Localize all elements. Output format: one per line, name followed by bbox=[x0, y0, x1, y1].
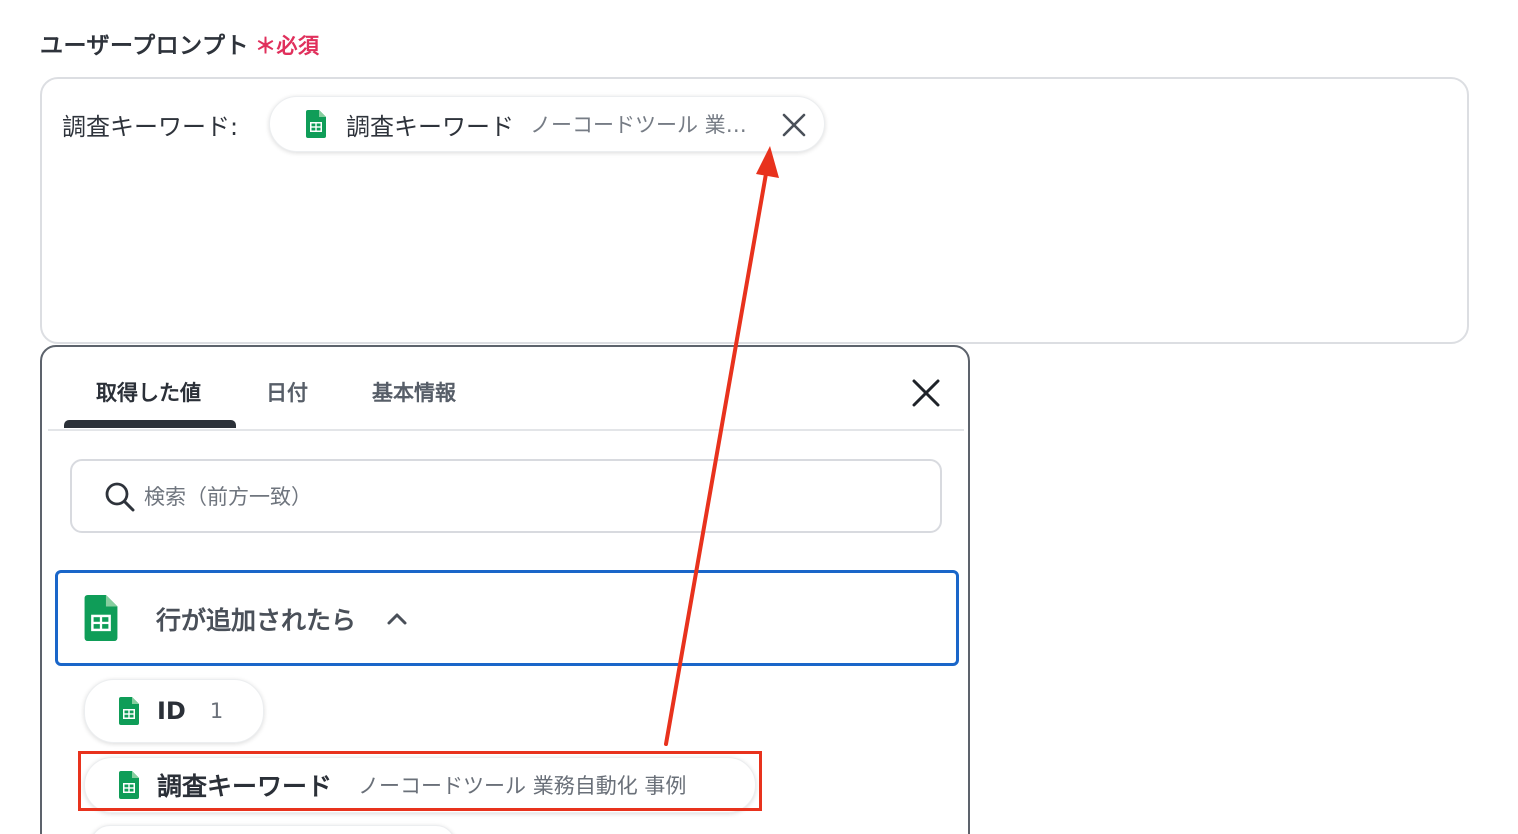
variable-item-value: 1 bbox=[209, 699, 224, 723]
field-label: ユーザープロンプト ＊必須 bbox=[40, 26, 319, 60]
trigger-group-row-added[interactable]: 行が追加されたら bbox=[55, 570, 959, 666]
group-label: 行が追加されたら bbox=[156, 606, 357, 635]
variable-picker-panel: 取得した値 日付 基本情報 行が追加されたら bbox=[40, 345, 970, 834]
search-icon bbox=[105, 482, 135, 512]
variable-item-id[interactable]: ID 1 bbox=[84, 679, 264, 743]
variable-item-keyword[interactable]: 調査キーワード ノーコードツール 業務自動化 事例 bbox=[84, 757, 756, 813]
user-prompt-editor[interactable]: 調査キーワード: 調査キーワード ノーコードツール 業務自動化 事例 bbox=[40, 77, 1469, 344]
variable-item-title: 調査キーワード bbox=[157, 772, 333, 801]
tab-basic-info[interactable]: 基本情報 bbox=[372, 377, 456, 407]
close-icon[interactable] bbox=[910, 377, 942, 409]
prompt-variable-chip[interactable]: 調査キーワード ノーコードツール 業務自動化 事例 bbox=[269, 96, 825, 152]
required-mark: ＊必須 bbox=[254, 34, 320, 58]
google-sheets-icon bbox=[119, 771, 139, 799]
remove-chip-icon[interactable] bbox=[780, 111, 808, 139]
google-sheets-icon bbox=[306, 110, 326, 138]
picker-tabs: 取得した値 日付 基本情報 bbox=[48, 347, 964, 431]
google-sheets-icon bbox=[84, 595, 118, 641]
variable-item-title: ID bbox=[157, 697, 186, 725]
tab-acquired-values[interactable]: 取得した値 bbox=[96, 377, 201, 407]
search-input[interactable] bbox=[144, 479, 904, 515]
tab-date[interactable]: 日付 bbox=[266, 377, 308, 407]
active-tab-indicator bbox=[64, 420, 236, 428]
prompt-chip-title: 調査キーワード bbox=[346, 112, 514, 141]
search-field bbox=[70, 459, 942, 533]
prompt-prefix-text: 調査キーワード: bbox=[62, 113, 239, 141]
prompt-chip-value: ノーコードツール 業務自動化 事例 bbox=[530, 113, 752, 137]
chevron-up-icon bbox=[387, 613, 407, 625]
field-label-text: ユーザープロンプト bbox=[40, 33, 249, 59]
variable-item-value: ノーコードツール 業務自動化 事例 bbox=[358, 774, 687, 798]
google-sheets-icon bbox=[119, 697, 139, 725]
variable-item-partial[interactable] bbox=[90, 825, 456, 834]
